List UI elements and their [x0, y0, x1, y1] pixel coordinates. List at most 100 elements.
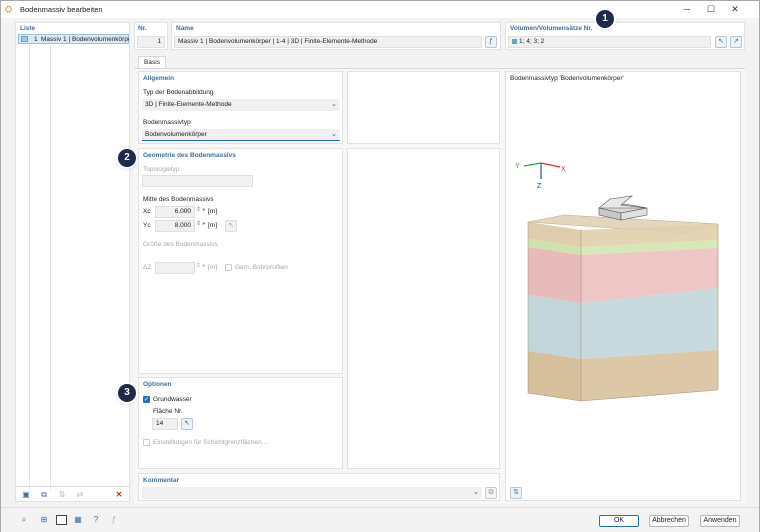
volumes-panel: Volumen/Volumensätze Nr. 1; 4; 3; 2 ↖ ↗	[505, 22, 745, 50]
select-volumes-icon[interactable]: ↖	[715, 36, 727, 48]
layer-3-front	[528, 247, 581, 303]
mitte-label: Mitte des Bodenmassivs	[143, 196, 214, 203]
chevron-down-icon: ⌄	[331, 131, 337, 138]
sort-icon[interactable]: ⇄	[73, 489, 87, 501]
list-item[interactable]: 1 Massiv 1 | Bodenvolumenkörper	[18, 34, 129, 44]
app-icon: ⛭	[5, 4, 13, 14]
callout-badge-3: 3	[118, 384, 136, 402]
yc-stepper[interactable]: ⇕ ▸	[196, 220, 206, 227]
geometrie-panel: Geometrie des Bodenmassivs Topologietyp …	[138, 148, 343, 374]
pick-volumes-icon[interactable]: ↗	[730, 36, 742, 48]
chevron-down-icon: ⌄	[331, 101, 337, 108]
dz-unit: [m]	[208, 264, 218, 271]
volumes-field[interactable]: 1; 4; 3; 2	[508, 36, 711, 48]
callout-badge-2: 2	[118, 149, 136, 167]
geometrie-header: Geometrie des Bodenmassivs	[143, 152, 236, 159]
dz-input[interactable]	[155, 262, 195, 274]
grundwasser-checkbox[interactable]: ✓	[143, 396, 150, 403]
value-icon[interactable]: ⊞	[37, 514, 51, 526]
cancel-button[interactable]: Abbrechen	[649, 515, 689, 527]
close-window-button[interactable]: ✕	[729, 4, 741, 15]
chevron-down-icon: ⌄	[473, 489, 479, 496]
layer-4-front	[528, 295, 581, 359]
kommentar-panel: Kommentar ⌄ ⧉	[138, 473, 500, 501]
y-axis-line	[523, 162, 542, 167]
yc-unit: [m]	[208, 222, 218, 229]
callout-badge-1: 1	[596, 10, 614, 28]
solid-icon	[21, 36, 28, 42]
dz-label: ΔZ	[143, 264, 152, 271]
building-roof	[598, 195, 648, 209]
allgemein-right-panel	[347, 71, 500, 144]
minimize-button[interactable]: ─	[681, 4, 693, 15]
flaeche-label: Fläche Nr.	[153, 408, 183, 415]
xc-label: Xc	[143, 208, 151, 215]
right-empty-panel	[347, 148, 500, 469]
delete-icon[interactable]: ✕	[112, 489, 126, 501]
nr-field[interactable]: 1	[137, 36, 165, 48]
gem-label: Gem. Bohrprofilen	[235, 264, 288, 271]
dz-stepper[interactable]: ⇕ ▸	[196, 262, 206, 269]
y-axis-label: Y	[515, 163, 520, 170]
preview-panel: Bodenmassivtyp 'Bodenvolumenkörper' X Y …	[505, 71, 741, 501]
table-icon[interactable]: ▦	[71, 514, 85, 526]
pick-center-icon[interactable]: ↖	[225, 220, 237, 232]
x-axis-label: X	[561, 166, 566, 173]
renumber-icon[interactable]: ⇅	[55, 489, 69, 501]
nr-panel: Nr. 1	[134, 22, 168, 50]
preview-view-icon[interactable]: ⇅	[510, 487, 522, 499]
allgemein-panel: Allgemein Typ der Bodenabbildung 3D | Fi…	[138, 71, 343, 144]
groesse-label: Größe des Bodenmassivs	[143, 241, 218, 248]
edit-name-icon[interactable]: ƒ	[485, 36, 497, 48]
list-item-number: 1	[34, 36, 38, 43]
soil-3d-preview: X Y Z	[515, 162, 719, 402]
search-icon[interactable]: ⌕	[17, 514, 31, 526]
list-header: Liste	[20, 25, 36, 32]
topologie-label: Topologietyp	[143, 166, 180, 173]
function-icon[interactable]: ƒ	[107, 514, 121, 526]
layer-5-front	[528, 351, 581, 401]
name-panel: Name Massiv 1 | Bodenvolumenkörper | 1-4…	[171, 22, 501, 50]
massivtyp-dropdown[interactable]: Bodenvolumenkörper ⌄	[142, 129, 340, 141]
display-icon[interactable]	[56, 515, 67, 525]
volumes-label: Volumen/Volumensätze Nr.	[510, 25, 593, 32]
title-bar: ⛭ Bodenmassiv bearbeiten ─ ☐ ✕	[1, 1, 759, 18]
yc-input[interactable]: 8.000	[155, 220, 195, 232]
help-icon[interactable]: ?	[89, 514, 103, 526]
xc-unit: [m]	[208, 208, 218, 215]
yc-label: Yc	[143, 222, 151, 229]
massivtyp-label: Bodenmassivtyp	[143, 119, 191, 126]
pick-surface-icon[interactable]: ↖	[181, 418, 193, 430]
grundwasser-label: Grundwasser	[153, 396, 192, 403]
xc-input[interactable]: 6.000	[155, 206, 195, 218]
nr-label: Nr.	[138, 25, 147, 32]
ok-button[interactable]: OK	[599, 515, 639, 527]
dialog-window: ⛭ Bodenmassiv bearbeiten ─ ☐ ✕ Liste 1 M…	[0, 0, 760, 532]
einstellungen-checkbox[interactable]	[143, 439, 150, 446]
apply-button[interactable]: Anwenden	[700, 515, 740, 527]
optionen-panel: Optionen ✓ Grundwasser Fläche Nr. 14 ↖ E…	[138, 377, 343, 469]
copy-item-icon[interactable]: ⧉	[37, 489, 51, 501]
flaeche-input[interactable]: 14	[152, 418, 178, 430]
x-axis-line	[540, 162, 561, 168]
einstellungen-label: Einstellungen für Schichtgrenzflächen...	[153, 439, 268, 446]
kommentar-dropdown[interactable]: ⌄	[142, 487, 482, 499]
topologie-field[interactable]	[142, 175, 253, 187]
typ-dropdown[interactable]: 3D | Finite-Elemente-Methode ⌄	[142, 99, 340, 111]
maximize-button[interactable]: ☐	[705, 4, 717, 15]
name-field[interactable]: Massiv 1 | Bodenvolumenkörper | 1-4 | 3D…	[174, 36, 482, 48]
kommentar-header: Kommentar	[143, 477, 180, 484]
typ-label: Typ der Bodenabbildung	[143, 89, 214, 96]
allgemein-header: Allgemein	[143, 75, 175, 82]
name-label: Name	[176, 25, 194, 32]
new-item-icon[interactable]: ▣	[19, 489, 33, 501]
list-toolbar: ▣ ⧉ ⇅ ⇄ ✕	[17, 489, 127, 503]
window-title: Bodenmassiv bearbeiten	[20, 5, 103, 14]
gem-checkbox[interactable]	[225, 264, 232, 271]
optionen-header: Optionen	[143, 381, 172, 388]
comment-library-icon[interactable]: ⧉	[485, 487, 497, 499]
list-item-label: Massiv 1 | Bodenvolumenkörper	[41, 36, 129, 43]
z-axis-label: Z	[537, 183, 542, 190]
xc-stepper[interactable]: ⇕ ▸	[196, 206, 206, 213]
list-panel: Liste 1 Massiv 1 | Bodenvolumenkörper	[15, 22, 130, 502]
